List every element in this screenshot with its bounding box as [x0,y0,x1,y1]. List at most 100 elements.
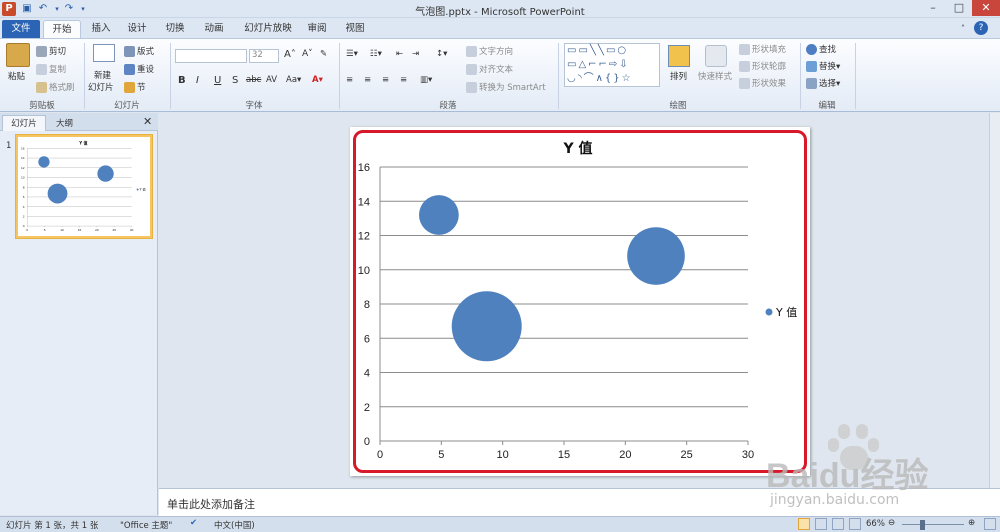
x-tick-label: 20 [95,228,99,232]
shapes-gallery[interactable]: ▭▭╲╲▭○ ▭△⌐⌐⇨⇩ ◡◝⌒∧{}☆ [564,43,660,87]
tab-transitions[interactable]: 切换 [160,20,190,38]
decrease-indent-button[interactable]: ⇤ [396,49,403,59]
increase-indent-button[interactable]: ⇥ [412,49,419,59]
copy-icon [36,64,47,75]
zoom-out-icon[interactable]: ⊖ [888,518,895,528]
find-button[interactable]: 查找 [806,43,836,55]
bullets-button[interactable]: ☰▾ [346,49,358,59]
columns-button[interactable]: ▥▾ [420,75,432,85]
copy-button[interactable]: 复制 [36,63,66,75]
line-spacing-button[interactable]: ↕▾ [436,49,447,59]
underline-button[interactable]: U [214,75,221,86]
align-text-button[interactable]: 对齐文本 [466,63,513,75]
zoom-slider[interactable] [902,524,964,525]
align-left-button[interactable]: ≡ [346,75,353,85]
slide-counter: 幻灯片 第 1 张，共 1 张 [6,521,99,531]
cut-button[interactable]: 剪切 [36,45,66,57]
fit-to-window-icon[interactable] [984,518,996,530]
title-bar: P ▣ ↶ ▾ ↷ ▾ 气泡图.pptx - Microsoft PowerPo… [0,0,1000,18]
tab-file[interactable]: 文件 [2,20,40,38]
shadow-button[interactable]: S [232,75,238,86]
arrange-icon[interactable] [668,45,690,67]
x-tick-label: 0 [26,228,28,232]
italic-button[interactable]: I [196,75,199,86]
maximize-button[interactable]: □ [946,0,972,16]
tab-outline[interactable]: 大纲 [56,117,73,129]
paste-button[interactable]: 粘贴 [8,70,25,82]
reading-view-icon[interactable] [832,518,844,530]
numbering-button[interactable]: ☷▾ [370,49,382,59]
close-pane-icon[interactable]: ✕ [143,115,152,128]
x-tick-label: 5 [44,228,46,232]
strikethrough-button[interactable]: abc [246,75,261,85]
replace-button[interactable]: 替换▾ [806,60,840,72]
spell-check-icon[interactable]: ✔ [190,518,197,528]
justify-button[interactable]: ≡ [400,75,407,85]
shape-fill-button[interactable]: 形状填充 [739,43,786,55]
tab-animations[interactable]: 动画 [198,20,230,38]
paste-icon[interactable] [6,43,30,67]
y-tick-label: 16 [21,146,25,150]
slides-group-label: 幻灯片 [114,101,140,111]
slide-thumbnail-pane: 幻灯片 大纲 ✕ 1 0 2 4 6 8 10 12 14 16 0 5 10 15 20 25 30 Y 值 Y… [0,113,158,515]
tab-design[interactable]: 设计 [122,20,152,38]
ribbon-tabs: 文件 开始 插入 设计 切换 动画 幻灯片放映 审阅 视图 ˄ ? [0,18,1000,38]
clipboard-group-label: 剪贴板 [29,101,55,111]
character-spacing-button[interactable]: AV [266,75,277,85]
section-button[interactable]: 节 [124,81,146,93]
font-color-button[interactable]: A▾ [312,75,323,85]
minimize-button[interactable]: – [920,0,946,16]
change-case-button[interactable]: Aa▾ [286,75,301,85]
smartart-icon [466,82,477,93]
select-button[interactable]: 选择▾ [806,77,840,89]
clear-formatting-button[interactable]: ✎ [320,49,327,59]
font-group-label: 字体 [245,101,263,111]
shape-fill-icon [739,44,750,55]
reset-button[interactable]: 重设 [124,63,154,75]
font-name-dropdown[interactable] [175,49,247,63]
shape-effects-button[interactable]: 形状效果 [739,77,786,89]
tab-insert[interactable]: 插入 [86,20,116,38]
quick-styles-button[interactable]: 快速样式 [698,70,732,82]
shrink-font-button[interactable]: A˅ [302,49,313,59]
chart-highlight-frame [353,130,807,473]
zoom-level[interactable]: 66% [866,519,885,529]
font-size-dropdown[interactable]: 32 [249,49,279,63]
arrange-button[interactable]: 排列 [670,70,687,82]
new-slide-button[interactable]: 幻灯片 [88,81,114,93]
text-direction-button[interactable]: 文字方向 [466,45,513,57]
theme-name[interactable]: "Office 主题" [120,519,172,531]
convert-smartart-button[interactable]: 转换为 SmartArt [466,81,546,93]
tab-slideshow[interactable]: 幻灯片放映 [240,20,296,38]
quick-styles-icon[interactable] [705,45,727,67]
help-icon[interactable]: ? [974,21,988,35]
y-tick-label: 2 [23,214,25,218]
normal-view-icon[interactable] [798,518,810,530]
slideshow-icon[interactable] [849,518,861,530]
format-painter-button[interactable]: 格式刷 [36,81,75,93]
zoom-in-icon[interactable]: ⊕ [968,518,975,528]
slide-sorter-icon[interactable] [815,518,827,530]
layout-button[interactable]: 版式 [124,45,154,57]
new-slide-label[interactable]: 新建 [94,69,111,81]
tab-home[interactable]: 开始 [43,20,81,38]
tab-view[interactable]: 视图 [340,20,370,38]
chart-title: Y 值 [78,140,87,145]
tab-slides[interactable]: 幻灯片 [2,115,46,131]
text-direction-icon [466,46,477,57]
zoom-slider-thumb[interactable] [920,520,926,530]
grow-font-button[interactable]: A˄ [284,49,296,60]
collapse-ribbon-icon[interactable]: ˄ [956,20,970,38]
bold-button[interactable]: B [178,75,186,86]
new-slide-icon[interactable] [93,44,115,62]
tab-review[interactable]: 审阅 [302,20,332,38]
align-center-button[interactable]: ≡ [364,75,371,85]
slide-thumbnail[interactable]: 0 2 4 6 8 10 12 14 16 0 5 10 15 20 25 30 Y 值 Y 值 [16,135,152,238]
language-indicator[interactable]: 中文(中国) [214,519,255,531]
drawing-group-label: 绘图 [669,101,687,111]
shape-outline-button[interactable]: 形状轮廓 [739,60,786,72]
notes-placeholder[interactable]: 单击此处添加备注 [167,496,255,512]
y-tick-label: 12 [21,166,25,170]
close-button[interactable]: ✕ [972,0,1000,16]
align-right-button[interactable]: ≡ [382,75,389,85]
